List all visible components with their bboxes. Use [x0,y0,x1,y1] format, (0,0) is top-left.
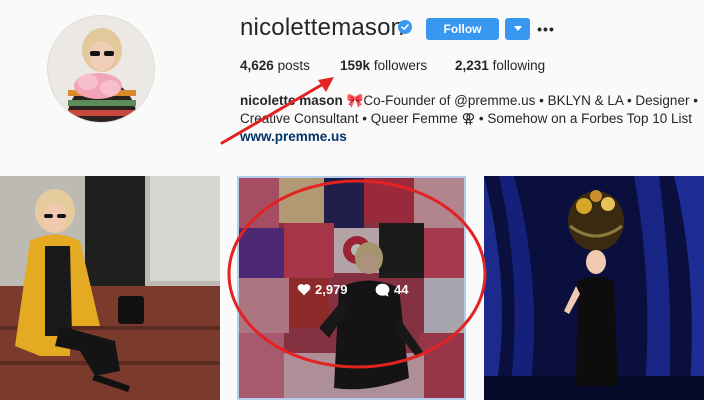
post-comments-count: 44 [394,282,409,297]
bio-mention-link[interactable]: @premme.us [454,93,535,108]
profile-avatar[interactable] [47,15,155,123]
post-image-collage-wall [239,178,464,398]
posts-stat: 4,626 posts [240,58,310,73]
comment-bubble-icon [375,283,390,297]
following-label: following [492,58,546,73]
profile-username: nicolettemason [240,14,405,41]
ellipsis-icon: ••• [537,21,555,37]
post-tile[interactable] [0,176,220,400]
post-comments-overlay: 44 [375,282,408,297]
post-image-yellow-cardigan [0,176,220,400]
suggested-accounts-dropdown-button[interactable] [505,18,530,40]
post-tile[interactable] [484,176,704,400]
followers-stat[interactable]: 159k followers [340,58,427,73]
bio-line-1: nicolette mason 🎀Co-Founder of @premme.u… [240,92,698,110]
posts-count: 4,626 [240,58,274,73]
bio-website-link[interactable]: www.premme.us [240,128,680,146]
followers-label: followers [373,58,428,73]
bio-text-2: • BKLYN & LA • Designer • [539,93,698,108]
bio-line-2: Creative Consultant • Queer Femme ⚢ • So… [240,111,692,126]
followers-count: 159k [340,58,371,73]
post-image-stage-headpiece [484,176,704,400]
heart-icon [297,284,311,296]
chevron-down-icon [513,26,522,31]
more-options-button[interactable]: ••• [537,18,555,40]
post-likes-count: 2,979 [315,282,348,297]
bio-full-name: nicolette mason [240,93,343,108]
bio-text-1: 🎀Co-Founder of [346,93,451,108]
posts-label: posts [277,58,310,73]
following-count: 2,231 [455,58,489,73]
avatar-image [48,16,154,122]
follow-button[interactable]: Follow [426,18,499,40]
post-likes-overlay: 2,979 [297,282,348,297]
post-tile[interactable]: 2,979 44 [237,176,466,400]
verified-badge-icon [398,20,412,34]
profile-bio: nicolette mason 🎀Co-Founder of @premme.u… [240,92,698,146]
following-stat[interactable]: 2,231 following [455,58,545,73]
